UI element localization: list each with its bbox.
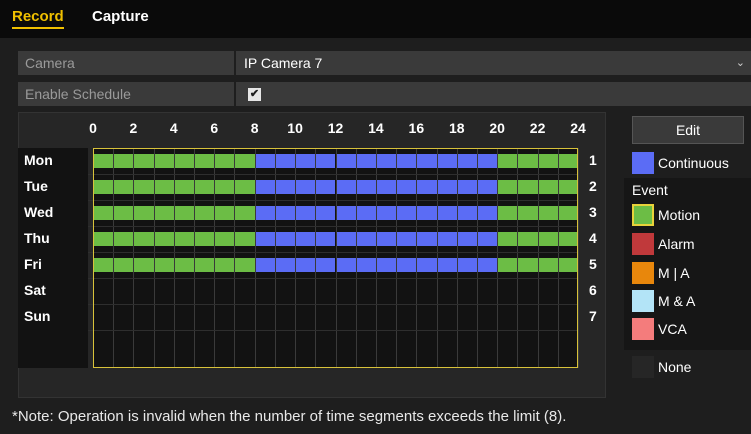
hour-tick-label: 6	[210, 120, 219, 136]
edit-button[interactable]: Edit	[632, 116, 744, 144]
day-copy-number[interactable]: 5	[589, 256, 597, 272]
enable-schedule-row: ✔	[236, 82, 751, 106]
hour-tick-label: 24	[570, 120, 586, 136]
hour-tick-label: 12	[327, 120, 344, 136]
motion-label: Motion	[658, 207, 701, 223]
event-title: Event	[632, 182, 668, 198]
hour-tick-label: 18	[448, 120, 465, 136]
vca-swatch	[632, 318, 654, 340]
hour-tick-label: 20	[489, 120, 505, 136]
vca-label: VCA	[658, 321, 687, 337]
enable-schedule-label: Enable Schedule	[18, 82, 234, 106]
day-copy-number[interactable]: 1	[589, 152, 597, 168]
day-label: Tue	[24, 178, 48, 194]
hour-tick-label: 0	[89, 120, 97, 136]
day-label: Mon	[24, 152, 53, 168]
alarm-swatch	[632, 233, 654, 255]
m-or-a-label: M | A	[658, 265, 690, 281]
motion-swatch	[632, 204, 654, 226]
camera-value: IP Camera 7	[244, 55, 323, 71]
hour-tick-label: 2	[129, 120, 138, 136]
continuous-label: Continuous	[658, 155, 729, 171]
hour-tick-label: 22	[529, 120, 546, 136]
hour-tick-label: 16	[408, 120, 425, 136]
day-label: Fri	[24, 256, 42, 272]
m-and-a-label: M & A	[658, 293, 696, 309]
tab-bar: Record Capture	[0, 0, 751, 38]
grid-outline	[93, 148, 578, 368]
tab-record[interactable]: Record	[12, 8, 64, 29]
hour-tick-label: 8	[250, 120, 259, 136]
camera-dropdown[interactable]: IP Camera 7 ⌄	[236, 51, 751, 75]
none-label: None	[658, 359, 692, 375]
camera-label: Camera	[18, 51, 234, 75]
hour-tick-label: 4	[169, 120, 178, 136]
day-copy-number[interactable]: 7	[589, 308, 597, 324]
day-label: Sat	[24, 282, 46, 298]
day-label: Thu	[24, 230, 50, 246]
day-copy-number[interactable]: 2	[589, 178, 597, 194]
chevron-down-icon: ⌄	[735, 57, 745, 69]
hour-tick-label: 10	[287, 120, 303, 136]
limit-note: *Note: Operation is invalid when the num…	[12, 408, 567, 425]
day-label: Sun	[24, 308, 51, 324]
continuous-swatch	[632, 152, 654, 174]
day-copy-number[interactable]: 3	[589, 204, 597, 220]
none-swatch	[632, 356, 654, 378]
grid-vline	[578, 148, 579, 368]
alarm-label: Alarm	[658, 236, 695, 252]
enable-schedule-checkbox[interactable]: ✔	[248, 88, 261, 101]
day-copy-number[interactable]: 4	[589, 230, 597, 246]
m-and-a-swatch	[632, 290, 654, 312]
day-copy-number[interactable]: 6	[589, 282, 597, 298]
day-label: Wed	[24, 204, 54, 220]
hour-tick-label: 14	[368, 120, 384, 136]
tab-capture[interactable]: Capture	[92, 8, 149, 25]
m-or-a-swatch	[632, 262, 654, 284]
